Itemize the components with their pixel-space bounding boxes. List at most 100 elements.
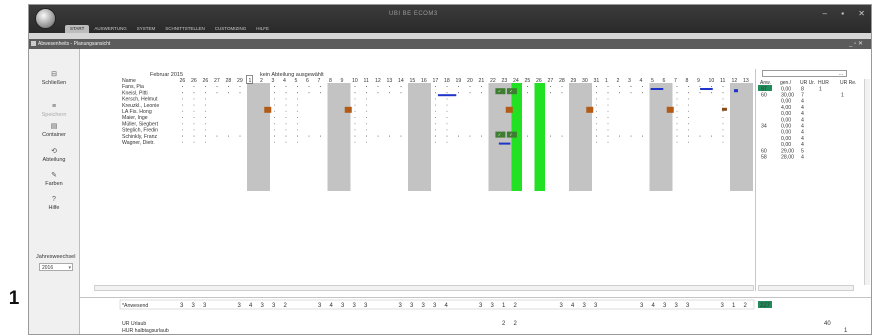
day-cell-marker[interactable] [285,135,287,137]
day-cell-marker[interactable] [297,141,298,143]
day-cell-marker[interactable] [596,98,597,100]
day-cell-marker[interactable] [297,129,298,131]
day-cell-marker[interactable] [297,86,298,87]
day-cell-marker[interactable] [688,86,689,87]
day-cell-marker[interactable] [205,86,206,87]
day-cell-marker[interactable] [619,92,620,94]
maximize-button[interactable]: ▪ [841,9,844,18]
day-cell-marker[interactable] [458,86,459,87]
day-cell-marker[interactable] [596,117,597,118]
day-cell-marker[interactable] [435,141,436,143]
day-cell-marker[interactable] [469,92,471,94]
day-cell-marker[interactable] [711,135,712,137]
day-cell-marker[interactable] [619,135,620,137]
day-cell-marker[interactable] [297,110,298,112]
day-cell-marker[interactable] [182,135,183,137]
day-cell-marker[interactable] [435,129,436,131]
day-cell-marker[interactable] [561,135,563,137]
day-cell-marker[interactable] [676,141,678,143]
day-cell-marker[interactable] [676,117,678,118]
day-cell-marker[interactable] [205,110,206,112]
day-cell-marker[interactable] [308,86,310,87]
day-cell-marker[interactable] [285,141,287,143]
blue-entry-bar[interactable] [650,88,664,90]
day-cell-marker[interactable] [297,92,298,94]
employee-name[interactable]: Müller, Siegbert [122,121,159,127]
day-cell-marker[interactable] [182,141,183,143]
day-cell-marker[interactable] [228,86,229,87]
day-cell-marker[interactable] [722,129,724,131]
vertical-scrollbar[interactable] [864,79,870,285]
day-cell-marker[interactable] [676,92,678,94]
day-cell-marker[interactable] [182,86,183,87]
sidebar-item-save[interactable]: ≡ Speichern [29,103,79,118]
day-cell-marker[interactable] [596,92,597,94]
day-cell-marker[interactable] [642,92,643,94]
ribbon-tab-schnittstellen[interactable]: SCHNITTSTELLEN [160,25,210,33]
day-cell-marker[interactable] [400,92,402,94]
day-cell-marker[interactable] [607,129,609,131]
day-cell-marker[interactable] [722,110,724,112]
day-cell-marker[interactable] [458,135,459,137]
day-cell-marker[interactable] [297,104,298,106]
sidebar-item-pencil[interactable]: ✎ Farben [29,172,79,187]
day-cell-marker[interactable] [285,129,287,131]
day-cell-marker[interactable] [688,92,689,94]
day-cell-marker[interactable] [377,92,379,94]
day-cell-marker[interactable] [274,110,275,112]
day-cell-marker[interactable] [446,98,448,100]
day-cell-marker[interactable] [596,123,597,125]
day-cell-marker[interactable] [285,92,287,94]
day-cell-marker[interactable] [435,123,436,125]
day-cell-marker[interactable] [446,110,448,112]
day-cell-marker[interactable] [711,86,712,87]
day-cell-marker[interactable] [400,135,402,137]
day-cell-marker[interactable] [435,86,436,87]
day-cell-marker[interactable] [239,86,241,87]
day-cell-marker[interactable] [607,117,609,118]
day-cell-marker[interactable] [722,92,724,94]
day-cell-marker[interactable] [239,135,241,137]
blue-entry-bar[interactable] [700,88,713,90]
day-cell-marker[interactable] [389,92,390,94]
day-cell-marker[interactable] [366,135,367,137]
day-cell-marker[interactable] [596,129,597,131]
day-cell-marker[interactable] [228,92,229,94]
employee-name[interactable]: Kreuzkl., Leonie [122,103,159,109]
day-cell-marker[interactable] [377,135,379,137]
day-cell-marker[interactable] [193,98,195,100]
day-cell-marker[interactable] [722,135,724,137]
day-cell-marker[interactable] [607,98,609,100]
day-cell-marker[interactable] [354,117,356,118]
day-cell-marker[interactable] [320,135,321,137]
day-cell-marker[interactable] [366,141,367,143]
day-cell-marker[interactable] [366,123,367,125]
day-cell-marker[interactable] [699,86,701,87]
day-cell-marker[interactable] [619,86,620,87]
day-cell-marker[interactable] [193,104,195,106]
day-cell-marker[interactable] [676,86,678,87]
day-cell-marker[interactable] [377,86,379,87]
year-select[interactable]: 2016 ▾ [39,263,73,271]
day-cell-marker[interactable] [527,135,528,137]
day-cell-marker[interactable] [366,129,367,131]
day-cell-marker[interactable] [216,86,218,87]
day-cell-marker[interactable] [354,92,356,94]
sidebar-item-help[interactable]: ? Hilfe [29,196,79,211]
day-cell-marker[interactable] [274,98,275,100]
day-cell-marker[interactable] [642,86,643,87]
day-cell-marker[interactable] [435,110,436,112]
day-cell-marker[interactable] [722,104,724,106]
day-cell-marker[interactable] [205,92,206,94]
day-cell-marker[interactable] [205,135,206,137]
day-cell-marker[interactable] [607,110,609,112]
day-cell-marker[interactable] [297,123,298,125]
day-cell-marker[interactable] [676,135,678,137]
day-cell-marker[interactable] [711,92,712,94]
day-cell-marker[interactable] [446,123,448,125]
day-cell-marker[interactable] [205,104,206,106]
day-cell-marker[interactable] [354,129,356,131]
day-cell-marker[interactable] [607,135,609,137]
day-cell-marker[interactable] [527,92,528,94]
right-panel-dropdown[interactable]: ... [762,70,847,77]
